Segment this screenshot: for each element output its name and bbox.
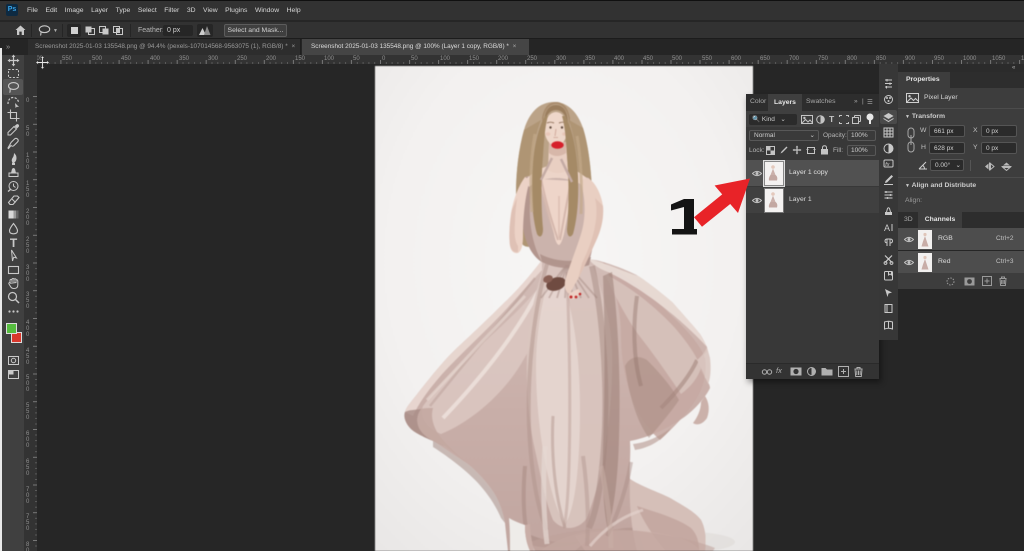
svg-text:A: A [884,223,890,233]
svg-text:T: T [9,236,17,249]
svg-text:fx: fx [885,162,890,168]
